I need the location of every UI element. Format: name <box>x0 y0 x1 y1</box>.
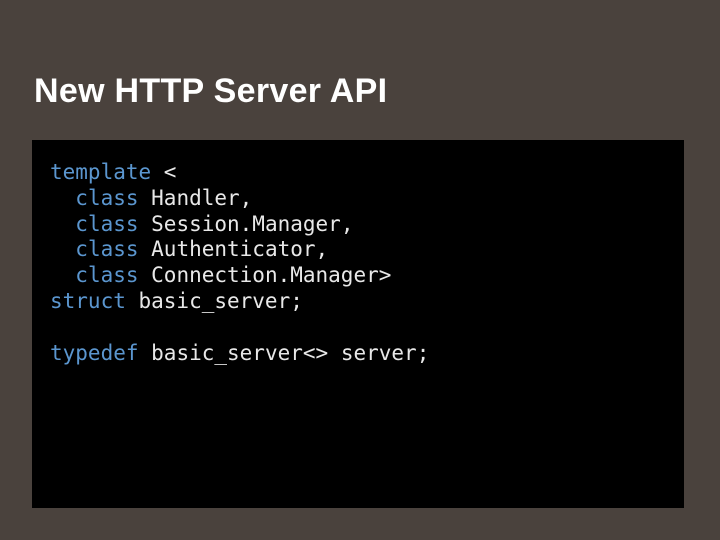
code-keyword: struct <box>50 289 126 313</box>
code-punct: , <box>240 186 253 210</box>
code-ident: Authenticator <box>139 237 316 261</box>
code-ident: Connection.Manager <box>139 263 379 287</box>
code-keyword: class <box>75 237 138 261</box>
code-ident: Session.Manager <box>139 212 341 236</box>
code-punct: <> <box>303 341 341 365</box>
code-ident: basic_server <box>126 289 290 313</box>
code-keyword: class <box>75 212 138 236</box>
code-ident: Handler <box>139 186 240 210</box>
slide: New HTTP Server API template < class Han… <box>0 0 720 540</box>
code-punct: , <box>316 237 329 261</box>
page-title: New HTTP Server API <box>34 72 387 111</box>
code-ident: basic_server <box>139 341 303 365</box>
code-punct: ; <box>417 341 430 365</box>
code-keyword: class <box>75 263 138 287</box>
code-keyword: template <box>50 160 151 184</box>
code-block: template < class Handler, class Session.… <box>32 140 684 508</box>
code-keyword: typedef <box>50 341 139 365</box>
code-ident: server <box>341 341 417 365</box>
code-punct: ; <box>290 289 303 313</box>
code-punct: , <box>341 212 354 236</box>
code-punct: > <box>379 263 392 287</box>
code-keyword: class <box>75 186 138 210</box>
code-content: template < class Handler, class Session.… <box>50 160 666 367</box>
code-punct: < <box>151 160 176 184</box>
